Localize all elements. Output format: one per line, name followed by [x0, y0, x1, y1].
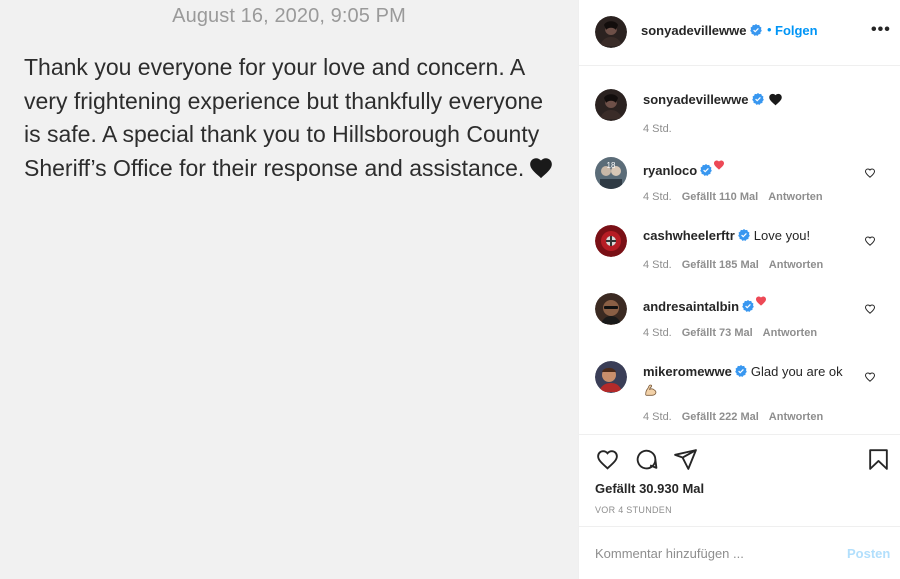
- post-panel: sonyadevillewwe • Folgen ••• sonyadevill…: [578, 0, 900, 579]
- comment-username[interactable]: mikeromewwe: [643, 364, 747, 379]
- comment-body: mikeromewwe Glad you are ok: [643, 363, 861, 400]
- post-image: August 16, 2020, 9:05 PM Thank you every…: [0, 0, 578, 579]
- like-heart-icon[interactable]: [595, 447, 620, 472]
- comment-input[interactable]: [595, 544, 825, 562]
- note-date: August 16, 2020, 9:05 PM: [172, 5, 406, 27]
- caption-body: sonyadevillewwe: [643, 91, 861, 108]
- comment-time: 4 Std.: [643, 411, 672, 423]
- comment-body: cashwheelerftr Love you!: [643, 227, 861, 244]
- caption-avatar[interactable]: [595, 89, 627, 121]
- like-comment-heart-icon[interactable]: [864, 235, 876, 247]
- post-actions: Gefällt 30.930 Mal VOR 4 STUNDEN: [579, 434, 900, 526]
- comment-likes[interactable]: Gefällt 222 Mal: [682, 411, 759, 423]
- likes-count[interactable]: Gefällt 30.930 Mal: [595, 481, 704, 496]
- comment-avatar[interactable]: [595, 225, 627, 257]
- author-username[interactable]: sonyadevillewwe: [641, 23, 762, 38]
- post-timestamp: VOR 4 STUNDEN: [595, 505, 672, 515]
- reply-button[interactable]: Antworten: [763, 327, 817, 339]
- verified-badge-icon: [742, 300, 754, 312]
- comment-likes[interactable]: Gefällt 110 Mal: [682, 191, 758, 203]
- share-paper-plane-icon[interactable]: [673, 447, 698, 472]
- red-heart-icon: [756, 296, 767, 306]
- comments-list[interactable]: sonyadevillewwe 4 Std. 18 ryanloco 4 Std…: [579, 66, 900, 434]
- like-comment-heart-icon[interactable]: [864, 167, 876, 179]
- more-options-button[interactable]: •••: [871, 21, 891, 39]
- comment-avatar[interactable]: [595, 361, 627, 393]
- red-heart-icon: [714, 160, 725, 170]
- comment-username[interactable]: cashwheelerftr: [643, 228, 750, 243]
- comment-likes[interactable]: Gefällt 185 Mal: [682, 259, 759, 271]
- verified-badge-icon: [735, 365, 747, 377]
- note-text: Thank you everyone for your love and con…: [24, 54, 544, 182]
- reply-button[interactable]: Antworten: [769, 411, 823, 423]
- black-heart-icon: [768, 93, 782, 106]
- reply-button[interactable]: Antworten: [769, 259, 823, 271]
- svg-text:18: 18: [607, 161, 616, 170]
- author-avatar[interactable]: [595, 16, 627, 48]
- comment-bubble-icon[interactable]: [634, 447, 659, 472]
- like-comment-heart-icon[interactable]: [864, 303, 876, 315]
- reply-button[interactable]: Antworten: [768, 191, 822, 203]
- post-comment-button[interactable]: Posten: [847, 546, 890, 561]
- caption-meta: 4 Std.: [643, 123, 682, 135]
- follow-button[interactable]: Folgen: [775, 23, 818, 38]
- caption-username[interactable]: sonyadevillewwe: [643, 92, 764, 107]
- comment-text: Glad you are ok: [750, 364, 843, 379]
- black-heart-icon: [530, 158, 553, 179]
- caption-time: 4 Std.: [643, 123, 672, 135]
- note-text-block: Thank you everyone for your love and con…: [24, 51, 564, 186]
- comment-username[interactable]: andresaintalbin: [643, 299, 754, 314]
- comment-meta: 4 Std. Gefällt 185 Mal Antworten: [643, 259, 833, 271]
- comment-time: 4 Std.: [643, 327, 672, 339]
- flexed-biceps-icon: [645, 384, 657, 396]
- verified-badge-icon: [751, 93, 764, 105]
- verified-badge-icon: [737, 229, 750, 241]
- comment-time: 4 Std.: [643, 259, 672, 271]
- comment-avatar[interactable]: [595, 293, 627, 325]
- comment-time: 4 Std.: [643, 191, 672, 203]
- separator-dot: •: [767, 22, 772, 37]
- save-bookmark-icon[interactable]: [866, 447, 891, 472]
- verified-badge-icon: [700, 164, 712, 176]
- verified-badge-icon: [749, 24, 762, 36]
- comment-meta: 4 Std. Gefällt 222 Mal Antworten: [643, 411, 833, 423]
- post-header: sonyadevillewwe • Folgen •••: [579, 0, 900, 66]
- comment-likes[interactable]: Gefällt 73 Mal: [682, 327, 753, 339]
- like-comment-heart-icon[interactable]: [864, 371, 876, 383]
- comment-body: andresaintalbin: [643, 295, 861, 315]
- comment-avatar[interactable]: 18: [595, 157, 627, 189]
- comment-body: ryanloco: [643, 159, 861, 179]
- comment-meta: 4 Std. Gefällt 73 Mal Antworten: [643, 327, 827, 339]
- comment-text: Love you!: [753, 228, 811, 243]
- comment-meta: 4 Std. Gefällt 110 Mal Antworten: [643, 191, 833, 203]
- add-comment-bar: Posten: [579, 526, 900, 579]
- comment-username[interactable]: ryanloco: [643, 163, 712, 178]
